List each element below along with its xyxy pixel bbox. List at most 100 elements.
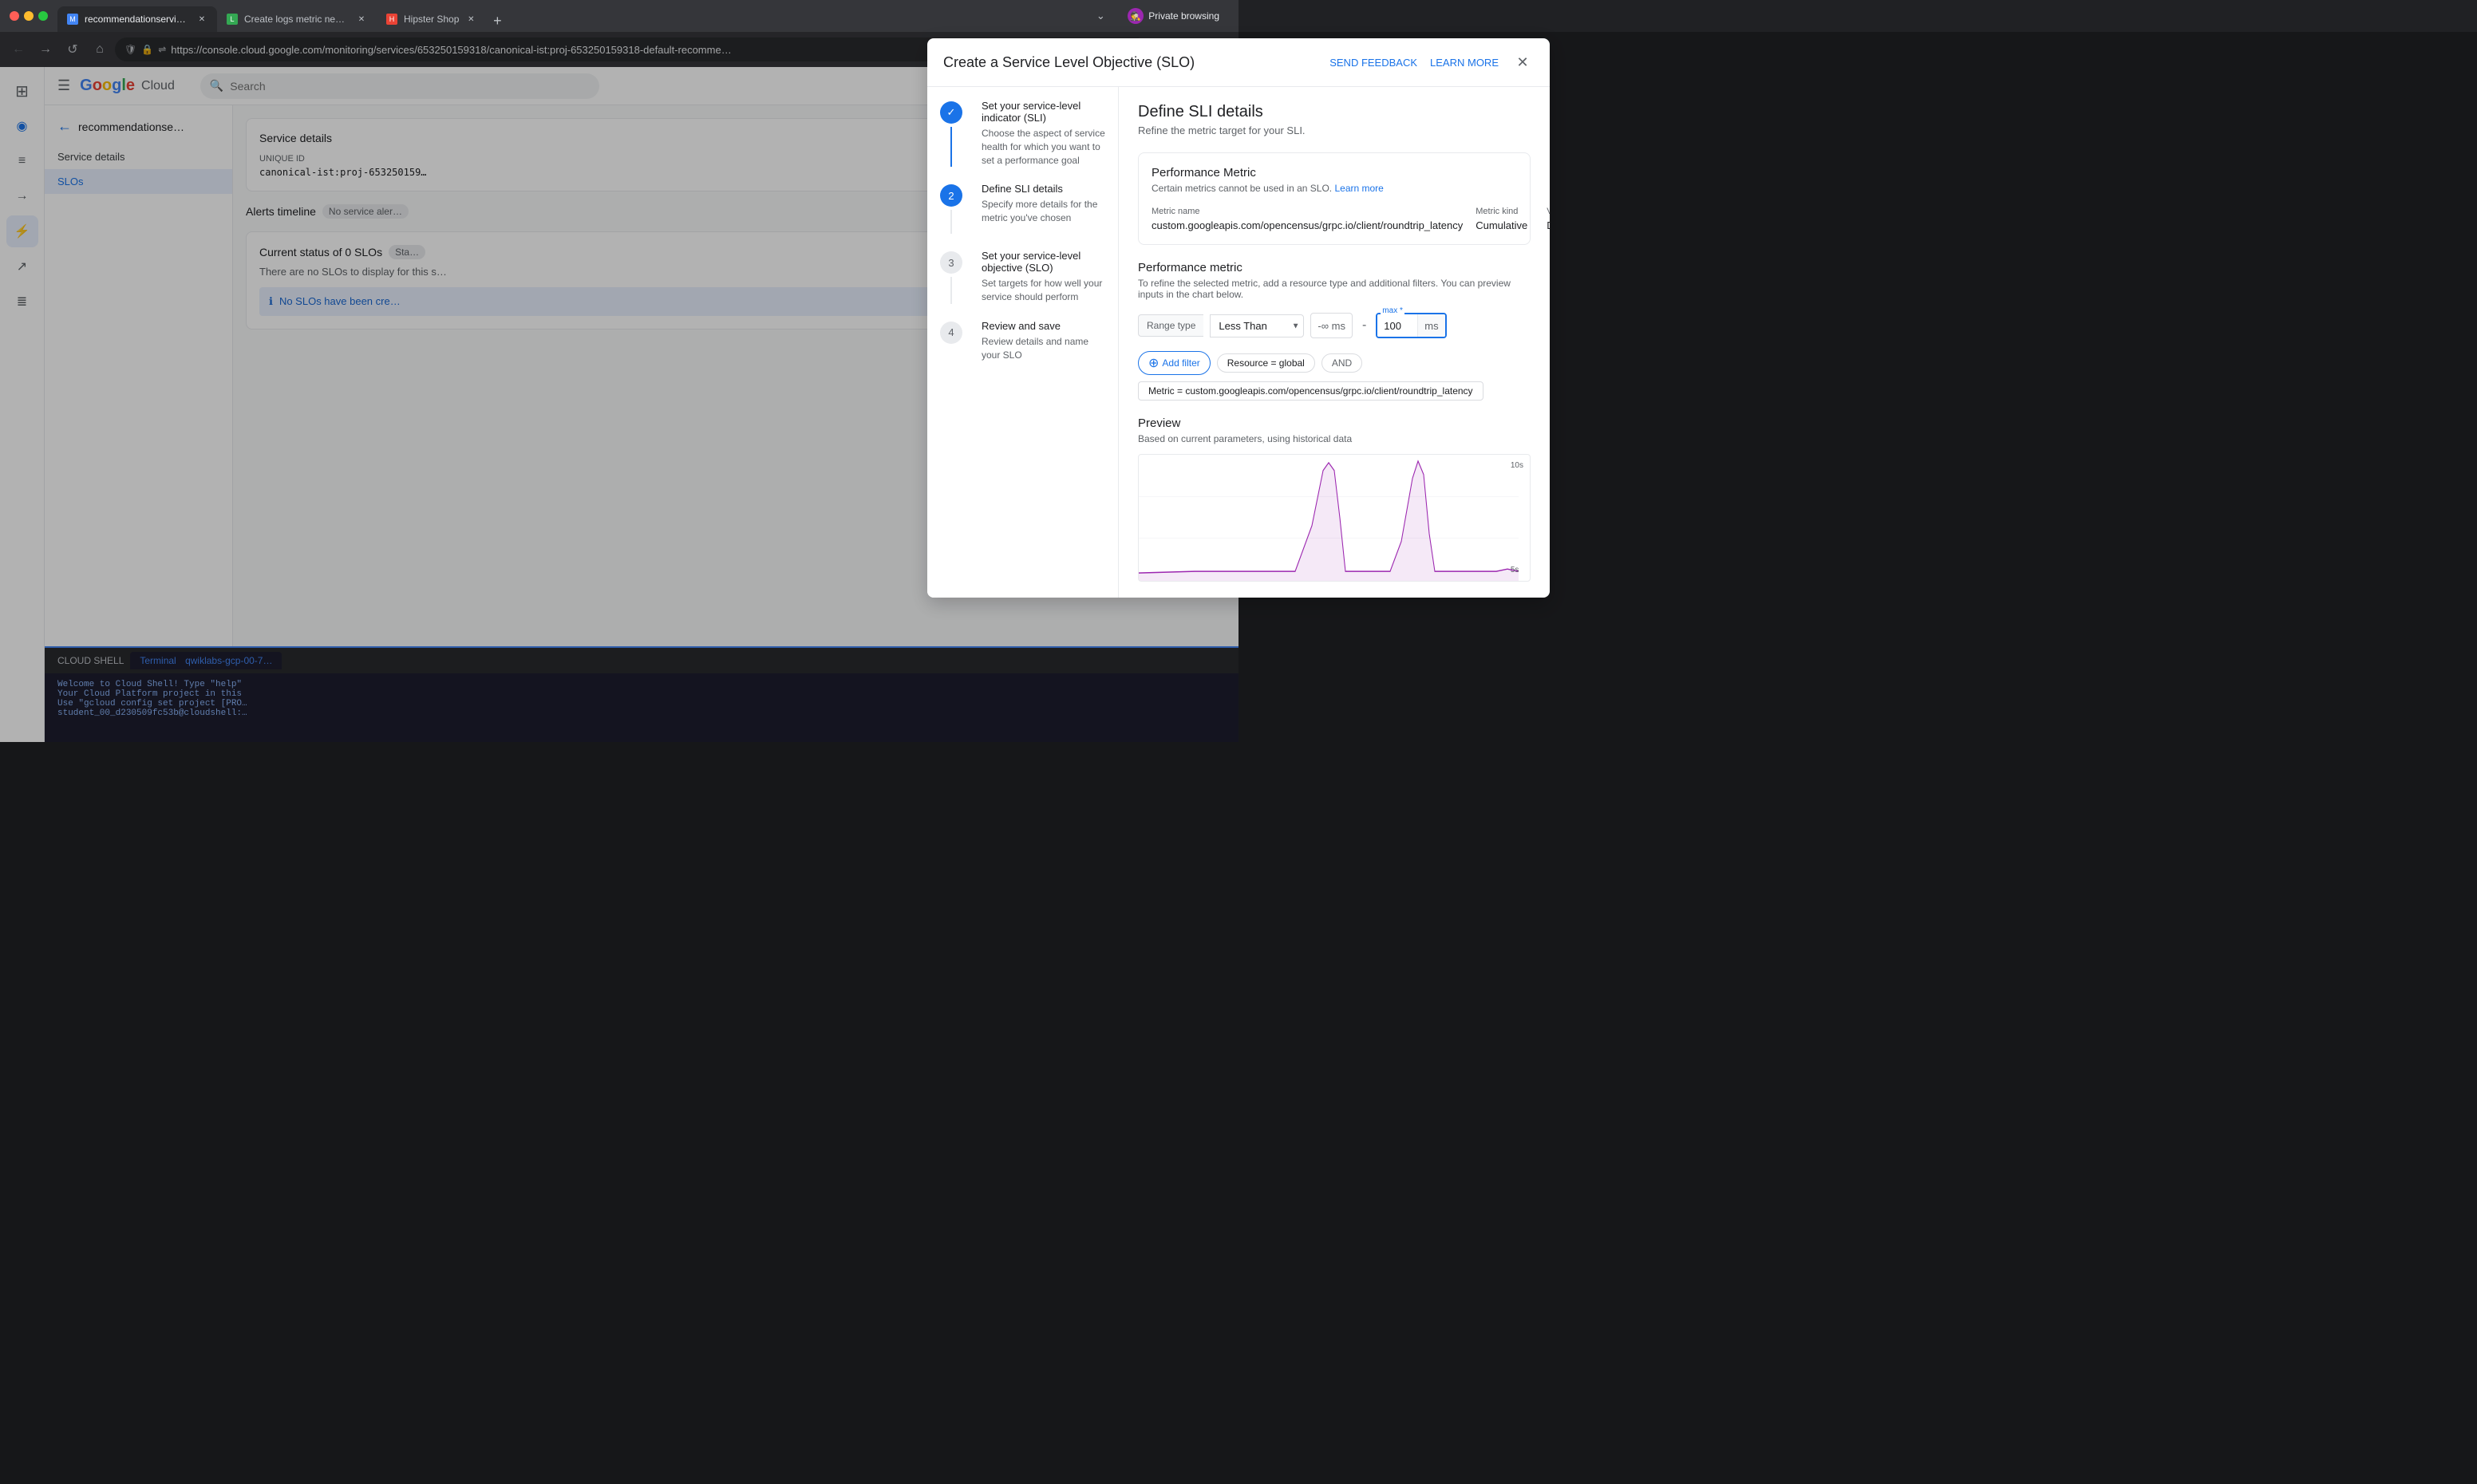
tabs-bar: M recommendationservice – Moni… ✕ L Crea… (54, 0, 1083, 32)
tab-3[interactable]: H Hipster Shop ✕ (377, 6, 486, 32)
filter-chip-metric: Metric = custom.googleapis.com/opencensu… (1138, 381, 1483, 401)
modal-overlay: Create a Service Level Objective (SLO) S… (0, 32, 2477, 1484)
perf-filter-subtitle: To refine the selected metric, add a res… (1138, 278, 1531, 300)
tab-favicon-2: L (227, 14, 238, 25)
filter-chip-resource: Resource = global (1217, 353, 1315, 373)
perf-filter-title: Performance metric (1138, 261, 1531, 274)
close-traffic-light[interactable] (10, 11, 19, 21)
minimize-traffic-light[interactable] (24, 11, 34, 21)
step-4-title: Review and save (982, 320, 1105, 332)
step-1-desc: Choose the aspect of service health for … (982, 127, 1105, 167)
define-sli-heading: Define SLI details (1138, 103, 1531, 121)
tab-favicon-1: M (67, 14, 78, 25)
maximize-traffic-light[interactable] (38, 11, 48, 21)
metric-kind-item: Metric kind Cumulative (1476, 207, 1527, 231)
dialog-close-button[interactable]: ✕ (1511, 51, 1534, 73)
perf-metric-title: Performance Metric (1152, 166, 1517, 180)
step-2[interactable]: 2 Define SLI details Specify more detail… (940, 183, 1105, 234)
range-type-label: Range type (1138, 314, 1203, 337)
step-4-indicator: 4 (940, 322, 962, 344)
step-1[interactable]: ✓ Set your service-level indicator (SLI)… (940, 100, 1105, 167)
chart-y-label-mid: 5s (1511, 566, 1523, 574)
steps-sidebar: ✓ Set your service-level indicator (SLI)… (927, 87, 1119, 598)
step-4-desc: Review details and name your SLO (982, 335, 1105, 362)
metric-name-info: Metric name custom.googleapis.com/opence… (1152, 207, 1463, 231)
metric-name-value: custom.googleapis.com/opencensus/grpc.io… (1152, 219, 1463, 231)
filter-chips-row: ⊕ Add filter Resource = global AND Metri… (1138, 351, 1531, 401)
step-4-content: Review and save Review details and name … (982, 320, 1105, 362)
metric-kind-value: Cumulative (1476, 219, 1527, 231)
metric-name-label: Metric name (1152, 207, 1463, 216)
range-type-select-wrapper[interactable]: Less Than Greater Than Between ▾ (1210, 314, 1304, 337)
learn-more-button[interactable]: LEARN MORE (1430, 57, 1499, 69)
value-type-item: Value type Distribution (1547, 207, 1550, 231)
perf-metric-subtitle: Certain metrics cannot be used in an SLO… (1152, 183, 1517, 194)
tab-list-button[interactable]: ⌄ (1089, 5, 1112, 27)
step-2-desc: Specify more details for the metric you'… (982, 198, 1105, 225)
dialog-main: Define SLI details Refine the metric tar… (1119, 87, 1550, 598)
chart-container: 10s 5s (1138, 454, 1531, 582)
chart-y-labels: 10s 5s (1511, 455, 1523, 581)
and-connector: AND (1321, 353, 1362, 373)
preview-title: Preview (1138, 416, 1531, 430)
step-3-connector (950, 277, 952, 304)
step-1-indicator: ✓ (940, 101, 962, 124)
tab-favicon-3: H (386, 14, 397, 25)
range-max-unit: ms (1417, 314, 1444, 337)
dialog-header-actions: SEND FEEDBACK LEARN MORE ✕ (1329, 51, 1534, 73)
range-dash: - (1359, 318, 1369, 333)
step-3-content: Set your service-level objective (SLO) S… (982, 250, 1105, 304)
step-2-connector (950, 210, 952, 234)
step-2-title: Define SLI details (982, 183, 1105, 195)
define-sli-subtext: Refine the metric target for your SLI. (1138, 124, 1531, 136)
metric-row: Metric name custom.googleapis.com/opence… (1152, 207, 1517, 231)
tab-2[interactable]: L Create logs metric next steps – ✕ (217, 6, 377, 32)
tab-close-2[interactable]: ✕ (356, 14, 367, 25)
tab-1[interactable]: M recommendationservice – Moni… ✕ (57, 6, 217, 32)
range-min-display: -∞ ms (1310, 313, 1353, 338)
dialog-title: Create a Service Level Objective (SLO) (943, 54, 1195, 71)
value-type-label: Value type (1547, 207, 1550, 216)
preview-subtitle: Based on current parameters, using histo… (1138, 433, 1531, 444)
range-max-input-wrapper: ms (1376, 313, 1446, 338)
step-1-content: Set your service-level indicator (SLI) C… (982, 100, 1105, 167)
add-filter-icon: ⊕ (1148, 355, 1159, 371)
range-max-input[interactable] (1377, 314, 1417, 337)
range-type-row: Range type Less Than Greater Than Betwee… (1138, 313, 1531, 338)
step-3[interactable]: 3 Set your service-level objective (SLO)… (940, 250, 1105, 304)
tab-title-3: Hipster Shop (404, 14, 459, 25)
perf-filter-section: Performance metric To refine the selecte… (1138, 261, 1531, 401)
metric-kind-group: Metric kind Cumulative Value type Distri… (1476, 207, 1550, 231)
step-2-indicator: 2 (940, 184, 962, 207)
value-type-value: Distribution (1547, 219, 1550, 231)
add-filter-button[interactable]: ⊕ Add filter (1138, 351, 1211, 375)
send-feedback-button[interactable]: SEND FEEDBACK (1329, 57, 1417, 69)
private-browsing-indicator: 🕵 Private browsing (1118, 8, 1229, 24)
step-1-connector (950, 127, 952, 167)
tab-close-1[interactable]: ✕ (196, 14, 207, 25)
tab-title-2: Create logs metric next steps – (244, 14, 350, 25)
tab-close-3[interactable]: ✕ (465, 14, 476, 25)
step-4[interactable]: 4 Review and save Review details and nam… (940, 320, 1105, 362)
dialog-body: ✓ Set your service-level indicator (SLI)… (927, 87, 1550, 598)
range-max-container: max * ms (1376, 313, 1446, 338)
traffic-lights (10, 11, 48, 21)
slo-dialog: Create a Service Level Objective (SLO) S… (927, 38, 1550, 598)
step-3-desc: Set targets for how well your service sh… (982, 277, 1105, 304)
step-1-title: Set your service-level indicator (SLI) (982, 100, 1105, 124)
performance-metric-box: Performance Metric Certain metrics canno… (1138, 152, 1531, 245)
dialog-header: Create a Service Level Objective (SLO) S… (927, 38, 1550, 87)
range-max-label: max * (1381, 306, 1404, 315)
chart-y-label-top: 10s (1511, 461, 1523, 470)
private-browsing-label: Private browsing (1148, 10, 1219, 22)
title-bar: M recommendationservice – Moni… ✕ L Crea… (0, 0, 1238, 32)
metric-kind-label: Metric kind (1476, 207, 1527, 216)
step-3-title: Set your service-level objective (SLO) (982, 250, 1105, 274)
new-tab-button[interactable]: + (486, 10, 508, 32)
step-3-indicator: 3 (940, 251, 962, 274)
tab-title-1: recommendationservice – Moni… (85, 14, 190, 25)
preview-chart (1139, 455, 1530, 581)
range-type-select[interactable]: Less Than Greater Than Between (1210, 314, 1304, 337)
add-filter-label: Add filter (1162, 357, 1199, 369)
learn-more-link[interactable]: Learn more (1334, 183, 1383, 194)
